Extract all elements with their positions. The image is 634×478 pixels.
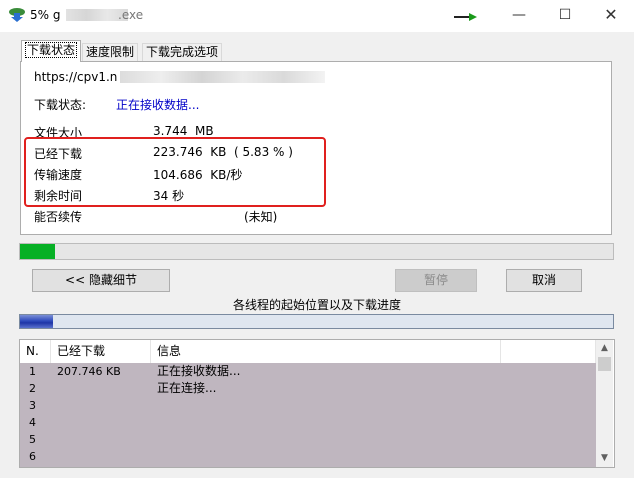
download-progress-fill <box>20 244 55 259</box>
row-number: 1 <box>29 365 36 378</box>
pause-button[interactable]: 暂停 <box>395 269 477 292</box>
window-title-suffix: .exe <box>118 8 144 22</box>
table-row[interactable]: 2 正在连接... <box>20 380 596 397</box>
row-info: 正在连接... <box>157 381 217 395</box>
column-header-info[interactable]: 信息 <box>151 340 501 363</box>
maximize-button[interactable]: ☐ <box>542 0 588 32</box>
row-number: 5 <box>29 433 36 446</box>
resume-capability-value: (未知) <box>244 210 278 224</box>
row-downloaded: 207.746 KB <box>57 365 121 378</box>
row-info: 正在接收数据... <box>157 364 241 378</box>
table-row[interactable]: 6 <box>20 448 596 465</box>
url-redaction <box>120 71 325 83</box>
column-header-downloaded[interactable]: 已经下载 <box>51 340 151 363</box>
scroll-up-arrow-icon[interactable]: ▲ <box>596 340 613 357</box>
threads-table: N. 已经下载 信息 1 207.746 KB 正在接收数据... 2 正在连接… <box>19 339 615 468</box>
highlight-annotation <box>24 137 326 207</box>
download-progress-bar <box>19 243 614 260</box>
table-row[interactable]: 3 <box>20 397 596 414</box>
table-body: 1 207.746 KB 正在接收数据... 2 正在连接... 3 4 5 6 <box>20 363 596 467</box>
speed-arrow-icon[interactable] <box>454 12 478 22</box>
row-number: 2 <box>29 382 36 395</box>
hide-details-button[interactable]: << 隐藏细节 <box>32 269 170 292</box>
table-row[interactable]: 4 <box>20 414 596 431</box>
close-button[interactable]: ✕ <box>588 0 634 32</box>
row-number: 4 <box>29 416 36 429</box>
idm-download-icon <box>9 8 25 22</box>
threads-progress-bar <box>19 314 614 329</box>
cancel-button[interactable]: 取消 <box>506 269 582 292</box>
tab-download-status[interactable]: 下载状态 <box>21 40 82 62</box>
download-url: https://cpv1.n <box>34 70 118 84</box>
filesize-value: 3.744 MB <box>153 124 214 138</box>
column-header-number[interactable]: N. <box>20 340 51 363</box>
scroll-down-arrow-icon[interactable]: ▼ <box>596 450 613 467</box>
window-title: 5% g <box>30 8 61 22</box>
status-value: 正在接收数据... <box>116 98 200 112</box>
threads-caption: 各线程的起始位置以及下载进度 <box>232 298 401 312</box>
tab-complete-options[interactable]: 下载完成选项 <box>142 43 223 62</box>
scroll-thumb[interactable] <box>598 357 611 371</box>
column-header-empty <box>501 340 596 363</box>
table-row[interactable]: 1 207.746 KB 正在接收数据... <box>20 363 596 380</box>
table-row[interactable]: 5 <box>20 431 596 448</box>
table-header: N. 已经下载 信息 <box>20 340 596 363</box>
minimize-button[interactable]: — <box>496 0 542 32</box>
vertical-scrollbar[interactable]: ▲ ▼ <box>596 340 613 467</box>
tab-speed-limit[interactable]: 速度限制 <box>82 43 139 62</box>
resume-capability-label: 能否续传 <box>34 210 83 224</box>
threads-progress-fill <box>20 315 53 328</box>
status-label: 下载状态: <box>34 98 87 112</box>
tab-label: 下载状态 <box>25 42 78 58</box>
row-number: 3 <box>29 399 36 412</box>
row-number: 6 <box>29 450 36 463</box>
